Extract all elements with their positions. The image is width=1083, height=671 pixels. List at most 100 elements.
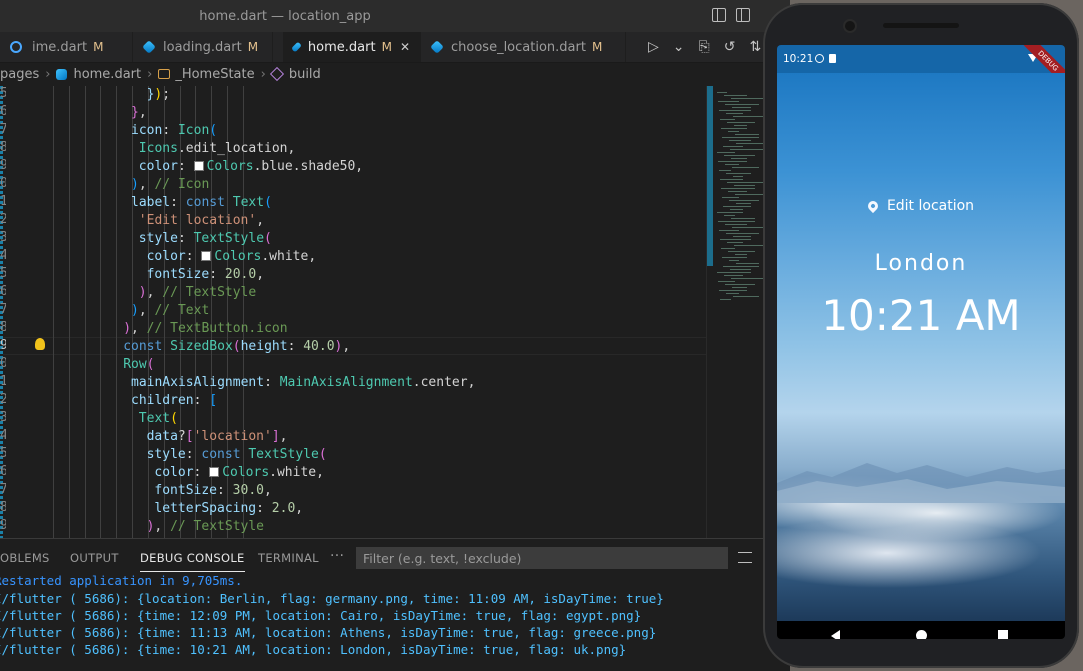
minimap-line <box>722 197 739 198</box>
code-token: ( <box>170 411 178 426</box>
breadcrumb-folder[interactable]: pages <box>0 67 39 82</box>
console-line: I/flutter ( 5686): {time: 10:21 AM, loca… <box>0 642 627 657</box>
minimap-line <box>722 257 747 258</box>
minimap-line <box>733 296 759 297</box>
breadcrumb-file[interactable]: home.dart <box>73 67 141 82</box>
minimap-line <box>734 125 747 126</box>
code-token: : <box>177 159 194 174</box>
code-token: 20.0 <box>224 267 257 282</box>
modified-badge: M <box>93 40 104 54</box>
code-token: ? <box>177 429 186 444</box>
indent-guide <box>68 86 70 538</box>
breadcrumb-method[interactable]: build <box>289 67 321 82</box>
tab-terminal[interactable]: TERMINAL <box>258 551 319 565</box>
breadcrumb-class[interactable]: _HomeState <box>175 67 254 82</box>
timeline-icon[interactable]: ↺ <box>724 39 736 55</box>
line-number: 8 <box>0 500 6 515</box>
line-number: 5 <box>0 86 6 101</box>
minimap-line <box>726 113 743 114</box>
filter-input[interactable] <box>357 548 729 569</box>
code-token: Text <box>232 195 265 210</box>
code-token: ) <box>131 303 139 318</box>
clear-console-icon[interactable] <box>738 552 752 563</box>
code-token: color <box>138 159 178 174</box>
run-icon[interactable]: ▷ <box>648 39 659 55</box>
close-icon[interactable]: ✕ <box>400 40 410 54</box>
edit-location-button[interactable]: Edit location <box>777 198 1065 214</box>
minimap-line <box>732 167 759 168</box>
indent-guide <box>84 86 86 538</box>
chevron-down-icon[interactable]: ⌄ <box>673 39 685 55</box>
code-token: , <box>256 267 265 282</box>
minimap-line <box>724 95 747 96</box>
line-number: 5 <box>0 446 6 461</box>
home-icon[interactable] <box>916 630 927 639</box>
color-swatch[interactable] <box>193 161 204 171</box>
code-token: MainAxisAlignment <box>279 375 413 390</box>
minimap-line <box>732 227 767 228</box>
notification-icon <box>815 54 824 63</box>
minimap-line <box>735 134 759 135</box>
code-line: }, <box>131 104 147 122</box>
minimap-line <box>719 170 731 171</box>
city-name: London <box>874 251 968 276</box>
code-token: , <box>138 177 155 192</box>
tab-time-dart[interactable]: ime.dart M <box>0 32 133 62</box>
window-title: home.dart — location_app <box>199 9 371 24</box>
code-line: fontSize: 20.0, <box>147 266 264 284</box>
tab-problems[interactable]: OBLEMS <box>0 551 50 565</box>
code-token: [ <box>185 429 194 444</box>
color-swatch[interactable] <box>209 467 220 477</box>
dart-file-icon <box>142 40 156 54</box>
tab-home-dart[interactable]: home.dart M ✕ <box>283 32 421 62</box>
method-icon <box>269 66 284 82</box>
code-token: // TextStyle <box>170 519 264 534</box>
vscode-window: home.dart — location_app ime.dart M load… <box>0 0 790 671</box>
code-token: .center, <box>412 375 476 390</box>
toggle-sidebar-icon[interactable] <box>712 8 726 22</box>
code-token: color <box>154 465 194 480</box>
code-line: ), // TextButton.icon <box>123 320 287 338</box>
line-number: 0 <box>0 356 6 371</box>
back-icon[interactable] <box>831 630 840 639</box>
tab-choose-location-dart[interactable]: choose_location.dart M <box>421 32 626 62</box>
minimap-line <box>726 173 751 174</box>
status-time: 10:21 <box>783 53 814 65</box>
minimap-line <box>736 263 759 264</box>
toggle-secondary-sidebar-icon[interactable] <box>736 8 750 22</box>
color-swatch[interactable] <box>201 251 212 261</box>
minimap-line <box>722 137 759 138</box>
compare-icon[interactable]: ⇅ <box>749 39 761 55</box>
chevron-right-icon: › <box>147 66 153 82</box>
minimap-line <box>723 266 759 267</box>
code-token: : <box>287 339 304 354</box>
title-bar: home.dart — location_app <box>0 0 790 671</box>
indent-guide <box>53 86 54 538</box>
line-number: 2 <box>0 392 6 407</box>
open-changes-icon[interactable]: ⎘ <box>699 39 710 55</box>
code-token: 2.0 <box>271 501 296 516</box>
minimap-line <box>728 131 739 132</box>
recents-icon[interactable] <box>998 630 1008 639</box>
code-token: : <box>170 195 186 210</box>
line-number: 3 <box>0 410 6 425</box>
code-line: ), // TextStyle <box>147 518 264 536</box>
minimap-line <box>734 185 755 186</box>
code-token: : <box>209 267 225 282</box>
lightbulb-icon[interactable] <box>35 338 45 350</box>
code-token: label <box>131 195 171 210</box>
class-icon <box>158 69 171 79</box>
minimap-slider[interactable] <box>707 86 713 266</box>
code-token: 30.0 <box>232 483 264 498</box>
code-token: : <box>256 501 272 516</box>
code-token: : <box>264 375 280 390</box>
tab-output[interactable]: OUTPUT <box>70 551 119 565</box>
code-editor[interactable]: 5678901234567890123456789 }); }, icon: Ic… <box>0 86 706 538</box>
tab-debug-console[interactable]: DEBUG CONSOLE <box>140 551 245 572</box>
tab-label: ime.dart <box>32 39 88 55</box>
minimap-line <box>717 272 751 273</box>
code-token: SizedBox <box>170 339 233 354</box>
line-number: 7 <box>0 302 6 317</box>
tab-loading-dart[interactable]: loading.dart M <box>133 32 273 62</box>
more-icon[interactable]: ··· <box>330 548 344 564</box>
